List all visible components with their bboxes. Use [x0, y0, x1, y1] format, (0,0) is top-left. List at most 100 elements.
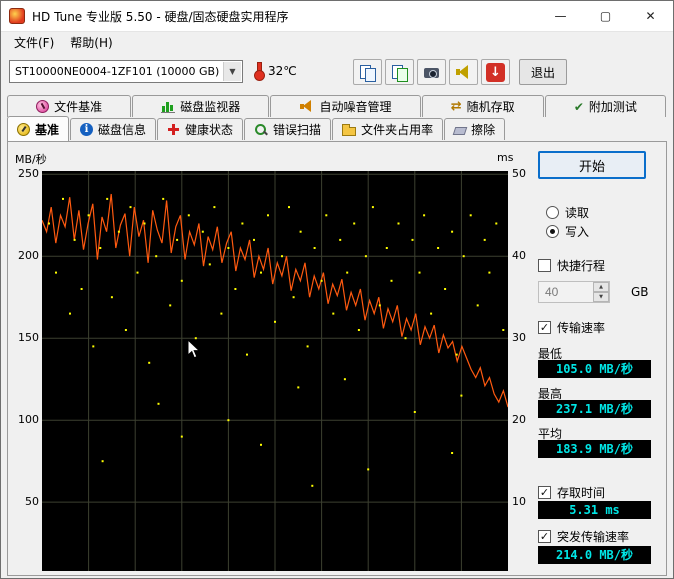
tab-error-scan[interactable]: 错误扫描: [244, 118, 331, 140]
tab-label: 文件夹占用率: [361, 121, 433, 138]
tab-health[interactable]: 健康状态: [157, 118, 243, 140]
tab-aam[interactable]: 自动噪音管理: [270, 95, 420, 117]
burst-rate-checkbox[interactable]: ✓: [538, 530, 551, 543]
tab-label: 文件基准: [54, 98, 102, 115]
noise-speaker-icon: [300, 100, 315, 113]
read-radio[interactable]: [546, 206, 559, 219]
tab-benchmark[interactable]: 基准: [7, 116, 69, 141]
tab-label: 自动噪音管理: [320, 98, 392, 115]
burst-rate-value: 214.0 MB/秒: [538, 546, 651, 564]
camera-icon: [423, 64, 440, 81]
screenshot-button[interactable]: [417, 59, 446, 85]
short-stroke-label: 快捷行程: [557, 257, 605, 274]
y-axis-left-title: MB/秒: [15, 151, 47, 167]
audio-button[interactable]: [449, 59, 478, 85]
tab-erase[interactable]: 擦除: [444, 118, 505, 140]
eraser-icon: [453, 127, 468, 135]
health-cross-icon: [167, 123, 180, 136]
copy-image-button[interactable]: [385, 59, 414, 85]
copy-image-icon: [391, 64, 408, 81]
spin-up-icon[interactable]: ▲: [593, 282, 609, 292]
menu-help[interactable]: 帮助(H): [63, 32, 119, 53]
mouse-cursor: [187, 339, 201, 360]
tab-disk-info[interactable]: i 磁盘信息: [70, 118, 156, 140]
down-arrow-icon: ↓: [486, 63, 505, 82]
burst-rate-label: 突发传输速率: [557, 528, 629, 545]
copy-icon: [359, 64, 376, 81]
file-benchmark-icon: [36, 100, 49, 113]
tab-label: 擦除: [471, 121, 495, 138]
transfer-rate-option[interactable]: ✓ 传输速率: [538, 319, 605, 336]
axis-tick: 250: [18, 167, 39, 180]
drive-select-value: ST10000NE0004-1ZF101 (10000 GB): [15, 65, 219, 78]
transfer-rate-checkbox[interactable]: ✓: [538, 321, 551, 334]
thermometer-icon: [253, 61, 263, 81]
update-button[interactable]: ↓: [481, 59, 510, 85]
tab-folder-usage[interactable]: 文件夹占用率: [332, 118, 443, 140]
axis-tick: 50: [512, 167, 526, 180]
axis-tick: 10: [512, 495, 526, 508]
magnifier-icon: [254, 123, 268, 137]
write-radio[interactable]: [546, 225, 559, 238]
axis-tick: 200: [18, 249, 39, 262]
info-icon: i: [80, 123, 93, 136]
tab-label: 磁盘信息: [98, 121, 146, 138]
chevron-down-icon[interactable]: ▼: [223, 62, 241, 81]
y-axis-left: 25020015010050: [11, 171, 39, 571]
transfer-rate-label: 传输速率: [557, 319, 605, 336]
write-label: 写入: [565, 223, 589, 240]
short-stroke-spinner: ▲ ▼: [593, 282, 609, 302]
read-label: 读取: [565, 204, 589, 221]
drive-select[interactable]: ST10000NE0004-1ZF101 (10000 GB) ▼: [9, 60, 243, 83]
tab-label: 附加测试: [589, 98, 637, 115]
avg-value: 183.9 MB/秒: [538, 440, 651, 458]
maximize-button[interactable]: ▢: [583, 1, 628, 31]
close-button[interactable]: ✕: [628, 1, 673, 31]
window-controls: — ▢ ✕: [538, 1, 673, 31]
short-stroke-option[interactable]: 快捷行程: [538, 257, 605, 274]
tab-row-secondary: 文件基准 磁盘监视器 自动噪音管理 随机存取 附加测试: [7, 95, 667, 117]
copy-text-button[interactable]: [353, 59, 382, 85]
benchmark-chart: [42, 171, 508, 571]
start-button[interactable]: 开始: [538, 151, 646, 179]
write-option[interactable]: 写入: [546, 223, 589, 240]
burst-rate-option[interactable]: ✓ 突发传输速率: [538, 528, 629, 545]
tab-disk-monitor[interactable]: 磁盘监视器: [132, 95, 269, 117]
spin-down-icon[interactable]: ▼: [593, 292, 609, 302]
speaker-icon: [456, 65, 472, 79]
menu-file[interactable]: 文件(F): [7, 32, 61, 53]
disk-monitor-icon: [161, 100, 175, 113]
axis-tick: 40: [512, 249, 526, 262]
access-time-label: 存取时间: [557, 484, 605, 501]
extra-tests-icon: [574, 100, 584, 114]
gb-unit-label: GB: [631, 285, 649, 299]
max-value: 237.1 MB/秒: [538, 400, 651, 418]
benchmark-chart-svg: [42, 171, 508, 571]
tab-file-benchmark[interactable]: 文件基准: [7, 95, 131, 117]
window-title: HD Tune 专业版 5.50 - 硬盘/固态硬盘实用程序: [32, 8, 289, 25]
benchmark-gauge-icon: [17, 123, 30, 136]
y-axis-right: 5040302010: [512, 171, 536, 571]
short-stroke-checkbox[interactable]: [538, 259, 551, 272]
exit-button[interactable]: 退出: [519, 59, 567, 85]
axis-tick: 100: [18, 413, 39, 426]
access-time-option[interactable]: ✓ 存取时间: [538, 484, 605, 501]
app-icon: [9, 8, 25, 24]
tab-label: 健康状态: [185, 121, 233, 138]
tab-label: 基准: [35, 121, 59, 138]
axis-tick: 150: [18, 331, 39, 344]
random-access-icon: [451, 99, 462, 114]
read-option[interactable]: 读取: [546, 204, 589, 221]
tab-label: 磁盘监视器: [180, 98, 240, 115]
axis-tick: 20: [512, 413, 526, 426]
tab-extra-tests[interactable]: 附加测试: [545, 95, 666, 117]
axis-tick: 50: [25, 495, 39, 508]
tab-random-access[interactable]: 随机存取: [422, 95, 544, 117]
y-axis-right-title: ms: [497, 151, 513, 164]
menubar: 文件(F) 帮助(H): [1, 31, 673, 53]
tab-label: 错误扫描: [273, 121, 321, 138]
axis-tick: 30: [512, 331, 526, 344]
access-time-checkbox[interactable]: ✓: [538, 486, 551, 499]
minimize-button[interactable]: —: [538, 1, 583, 31]
hdtune-window: HD Tune 专业版 5.50 - 硬盘/固态硬盘实用程序 — ▢ ✕ 文件(…: [0, 0, 674, 579]
